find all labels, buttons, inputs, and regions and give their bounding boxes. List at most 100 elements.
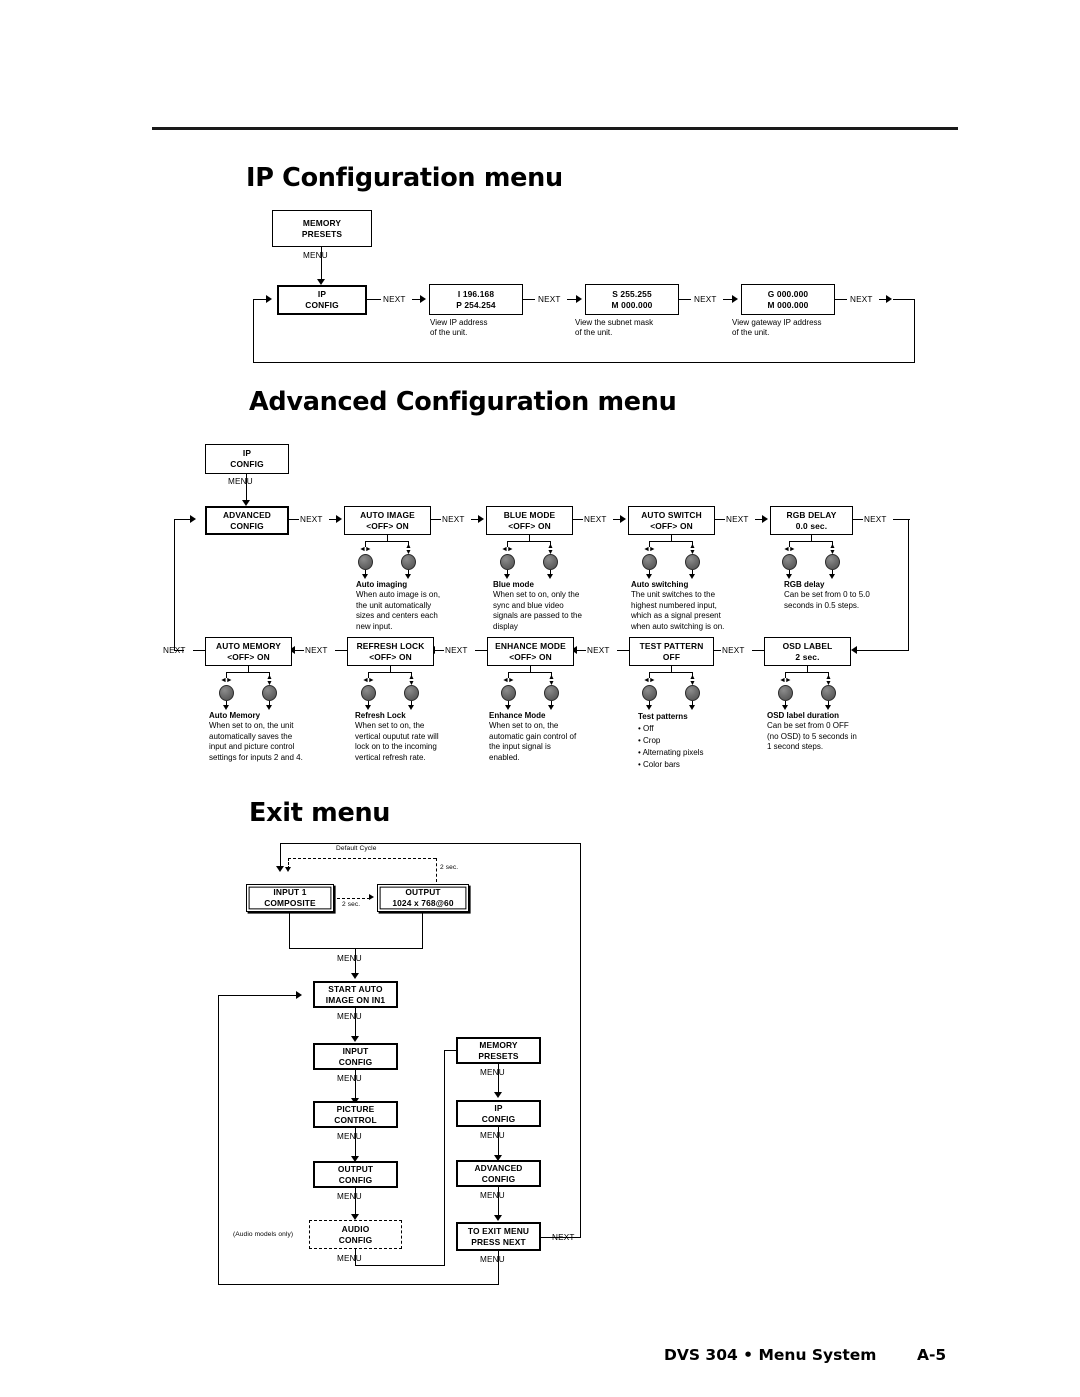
edge-label-2sec-vertical: 2 sec. xyxy=(440,864,459,871)
connector-ipconfig-to-advanced xyxy=(246,474,248,502)
connector-input-to-picture xyxy=(355,1070,357,1100)
arrow-down-icon xyxy=(505,705,511,710)
caption-title: OSD label duration xyxy=(767,711,840,720)
knob-horizontal[interactable] xyxy=(500,554,515,570)
knob-horizontal[interactable] xyxy=(219,685,234,701)
box-refresh-lock[interactable]: REFRESH LOCK <OFF> ON xyxy=(347,637,434,666)
arrow-down-icon xyxy=(405,574,411,579)
footer-page-number: A-5 xyxy=(917,1346,947,1364)
box-line2: COMPOSITE xyxy=(264,898,316,908)
arrow-right-icon xyxy=(478,515,484,523)
left-right-arrow-icon: ◄► xyxy=(362,677,375,684)
knob-vertical[interactable] xyxy=(262,685,277,701)
loop-ip-top xyxy=(893,299,915,301)
box-auto-memory[interactable]: AUTO MEMORY <OFF> ON xyxy=(205,637,292,666)
box-line2: PRESETS xyxy=(301,228,343,239)
stem-bar-auto-memory xyxy=(226,672,270,674)
box-output[interactable]: OUTPUT 1024 x 768@60 xyxy=(377,884,469,912)
box-exit-advanced-config[interactable]: ADVANCED CONFIG xyxy=(456,1160,541,1187)
box-rgb-delay[interactable]: RGB DELAY 0.0 sec. xyxy=(770,506,853,535)
knob-vertical[interactable] xyxy=(825,554,840,570)
box-line1: INPUT xyxy=(342,1045,369,1056)
box-blue-mode[interactable]: BLUE MODE <OFF> ON xyxy=(486,506,573,535)
dashed-input-to-output xyxy=(337,898,370,899)
box-audio-config[interactable]: AUDIO CONFIG xyxy=(309,1220,402,1249)
edge-label-next-adv2-3: NEXT xyxy=(445,646,468,655)
box-exit-memory-presets[interactable]: MEMORY PRESETS xyxy=(456,1037,541,1064)
knob-vertical[interactable] xyxy=(404,685,419,701)
caption-body: Can be set from 0 OFF (no OSD) to 5 seco… xyxy=(767,721,857,752)
knob-vertical[interactable] xyxy=(685,554,700,570)
box-line1: G 000.000 xyxy=(767,288,809,299)
box-osd-label[interactable]: OSD LABEL 2 sec. xyxy=(764,637,851,666)
knob-horizontal[interactable] xyxy=(501,685,516,701)
connector-up-to-memory xyxy=(444,1050,446,1266)
caption-title: RGB delay xyxy=(784,580,825,589)
left-right-arrow-icon: ◄► xyxy=(220,677,233,684)
knob-horizontal[interactable] xyxy=(782,554,797,570)
stem-bar-refresh-lock xyxy=(368,672,412,674)
knob-vertical[interactable] xyxy=(685,685,700,701)
connector-memory-to-ip xyxy=(498,1064,500,1094)
box-input1[interactable]: INPUT 1 COMPOSITE xyxy=(246,884,334,912)
arrow-down-icon xyxy=(689,705,695,710)
caption-title: Enhance Mode xyxy=(489,711,546,720)
connector-adv-next-1 xyxy=(289,519,299,521)
box-ip-config[interactable]: IP CONFIG xyxy=(277,285,367,315)
box-advanced-config[interactable]: ADVANCED CONFIG xyxy=(205,506,289,535)
connector-next-1 xyxy=(367,299,381,301)
knob-vertical[interactable] xyxy=(543,554,558,570)
box-test-pattern[interactable]: TEST PATTERN OFF xyxy=(629,637,714,666)
stem-bar-blue-mode xyxy=(507,541,551,543)
arrow-right-icon xyxy=(420,295,426,303)
edge-label-exit-next: NEXT xyxy=(552,1233,575,1242)
knob-vertical[interactable] xyxy=(544,685,559,701)
connector-sa-to-input xyxy=(355,1008,357,1038)
box-line1: OSD LABEL xyxy=(782,640,833,651)
box-auto-image[interactable]: AUTO IMAGE <OFF> ON xyxy=(344,506,431,535)
box-output-config[interactable]: OUTPUT CONFIG xyxy=(313,1161,398,1188)
exit-bottom-return xyxy=(218,1284,499,1286)
arrow-down-icon xyxy=(285,867,291,872)
connector-adv2-next-4b xyxy=(294,650,304,652)
arrow-down-icon xyxy=(504,574,510,579)
box-line1: AUTO MEMORY xyxy=(216,640,281,651)
box-enhance-mode[interactable]: ENHANCE MODE <OFF> ON xyxy=(487,637,574,666)
caption-blue-mode: Blue mode When set to on, only the sync a… xyxy=(493,580,582,632)
knob-vertical[interactable] xyxy=(821,685,836,701)
knob-horizontal[interactable] xyxy=(361,685,376,701)
arrow-down-icon xyxy=(365,705,371,710)
left-right-arrow-icon: ◄► xyxy=(502,677,515,684)
box-to-exit-menu[interactable]: TO EXIT MENU PRESS NEXT xyxy=(456,1222,541,1251)
connector-adv-wrap-right xyxy=(908,519,910,651)
knob-horizontal[interactable] xyxy=(358,554,373,570)
manual-page: IP Configuration menu MEMORY PRESETS MEN… xyxy=(0,0,1080,1397)
box-line1: TO EXIT MENU xyxy=(467,1225,530,1236)
box-line2: CONFIG xyxy=(481,1113,516,1124)
knob-vertical[interactable] xyxy=(401,554,416,570)
box-input-config[interactable]: INPUT CONFIG xyxy=(313,1043,398,1070)
box-line2: <OFF> ON xyxy=(650,520,693,531)
box-line2: 1024 x 768@60 xyxy=(392,898,454,908)
edge-label-next-adv2-1: NEXT xyxy=(722,646,745,655)
box-exit-ip-config[interactable]: IP CONFIG xyxy=(456,1100,541,1127)
exit-outer-down-to-input1 xyxy=(280,843,282,868)
knob-horizontal[interactable] xyxy=(642,554,657,570)
left-right-arrow-icon: ◄► xyxy=(783,546,796,553)
box-line1: AUTO IMAGE xyxy=(360,509,415,520)
box-start-auto-image[interactable]: START AUTO IMAGE ON IN1 xyxy=(313,981,398,1008)
knob-horizontal[interactable] xyxy=(642,685,657,701)
box-adv-ip-config[interactable]: IP CONFIG xyxy=(205,444,289,474)
connector-picture-to-output xyxy=(355,1128,357,1158)
box-memory-presets[interactable]: MEMORY PRESETS xyxy=(272,210,372,247)
box-line1: IP xyxy=(494,1102,503,1113)
box-ip-address[interactable]: I 196.168 P 254.254 xyxy=(429,284,523,315)
box-auto-switch[interactable]: AUTO SWITCH <OFF> ON xyxy=(628,506,715,535)
box-picture-control[interactable]: PICTURE CONTROL xyxy=(313,1101,398,1128)
knob-horizontal[interactable] xyxy=(778,685,793,701)
stem-bar-osd-label xyxy=(785,672,829,674)
caption-enhance-mode: Enhance Mode When set to on, the automati… xyxy=(489,711,576,763)
box-line2: CONFIG xyxy=(230,520,264,531)
box-gateway[interactable]: G 000.000 M 000.000 xyxy=(741,284,835,315)
box-subnet-mask[interactable]: S 255.255 M 000.000 xyxy=(585,284,679,315)
